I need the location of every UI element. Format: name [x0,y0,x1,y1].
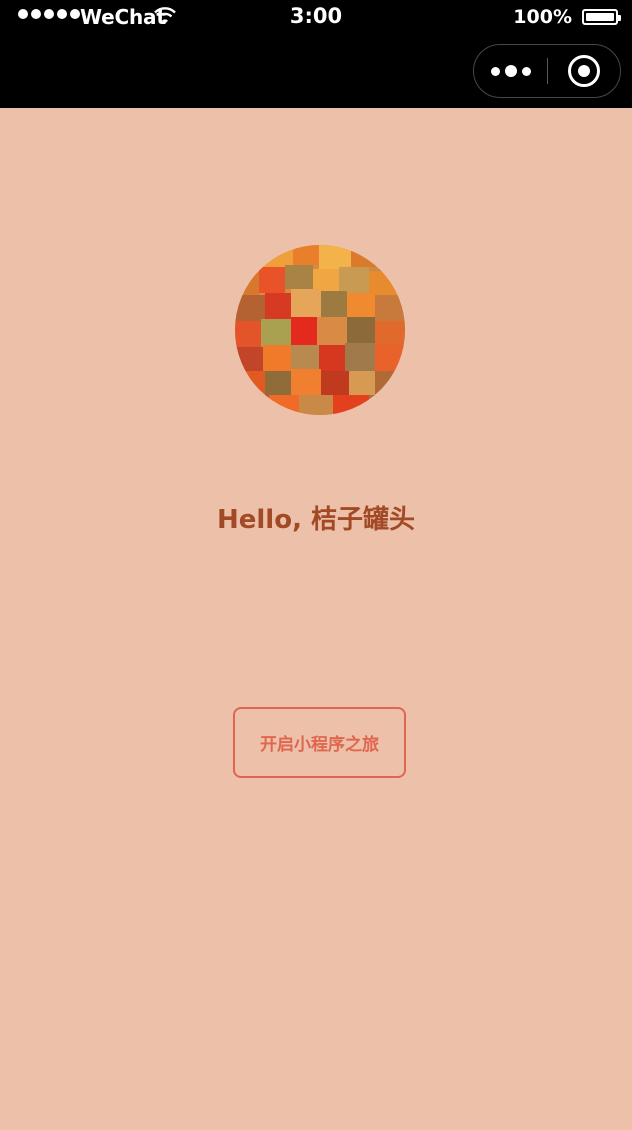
start-journey-button[interactable]: 开启小程序之旅 [233,707,406,778]
capsule-divider [547,58,548,84]
target-close-icon[interactable] [568,55,600,87]
user-avatar [235,245,405,415]
more-dots-icon[interactable] [474,45,547,97]
greeting-text: Hello, 桔子罐头 [216,505,415,535]
battery-percentage: 100% [513,6,572,28]
miniprogram-capsule [473,44,621,98]
battery-icon [582,9,621,25]
status-bar: WeChat 3:00 100% [0,0,632,36]
app-top-bar: WeChat 3:00 100% [0,0,632,108]
